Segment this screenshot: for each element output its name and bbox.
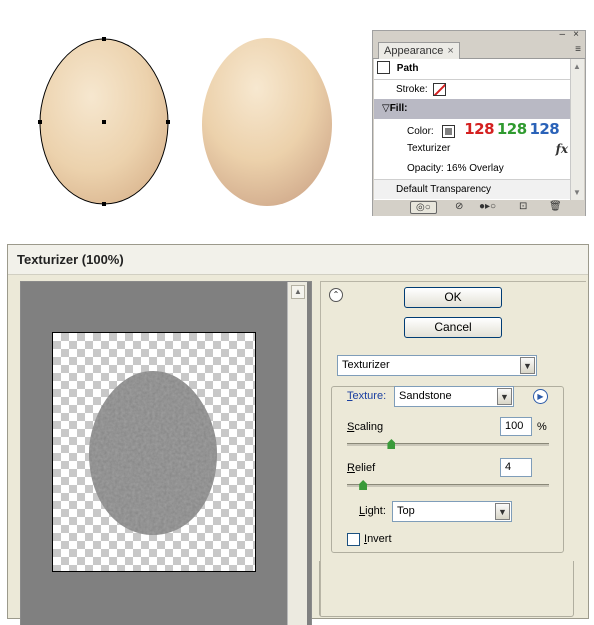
anchor-point-top[interactable] (102, 37, 106, 41)
row-path[interactable]: Path (374, 59, 571, 79)
anchor-point-left[interactable] (38, 120, 42, 124)
scaling-label-rest: caling (354, 421, 384, 433)
row-stroke-label: Stroke: (396, 84, 428, 95)
row-default-transparency-label: Default Transparency (396, 184, 492, 195)
row-texturizer-label: Texturizer (407, 143, 451, 154)
invert-label-rest: nvert (367, 533, 392, 545)
delete-icon[interactable]: 🗑 (549, 201, 562, 212)
fill-expand-triangle-icon[interactable]: ▽ (382, 103, 390, 114)
options-bottom-frame (319, 561, 574, 617)
dialog-title: Texturizer (100%) (8, 245, 588, 275)
texture-label-rest: exture: (352, 390, 387, 402)
filter-select-value: Texturizer (342, 359, 390, 371)
texture-select-value: Sandstone (399, 390, 452, 402)
cancel-button[interactable]: Cancel (404, 317, 502, 338)
new-item-icon[interactable]: ⊡ (519, 201, 527, 212)
preview-egg (89, 371, 217, 535)
row-opacity-label: Opacity: 16% Overlay (407, 163, 504, 174)
preview-scrollbar[interactable]: ▲ (287, 282, 307, 625)
color-r-value: 128 (464, 120, 495, 138)
row-stroke[interactable]: Stroke: (374, 79, 571, 99)
scaling-input[interactable]: 100 (500, 417, 532, 436)
appearance-panel: – × Appearance × ≡ Path Stroke: ▽Fill: Co… (372, 29, 586, 216)
texturizer-dialog: Texturizer (100%) ▲ ⌃ OK Cancel Texturiz… (7, 244, 589, 625)
minimize-button[interactable]: – (559, 29, 565, 40)
color-g-value: 128 (496, 120, 527, 138)
new-art-icon[interactable]: ◎○ (410, 201, 437, 214)
texture-select[interactable]: Sandstone ▼ (394, 386, 514, 407)
scaling-label: Scaling (347, 421, 383, 433)
preview-area[interactable]: ▲ (20, 281, 312, 625)
scaling-slider-track[interactable] (347, 443, 549, 446)
light-label: Light: (359, 505, 386, 517)
tab-appearance-label: Appearance (384, 45, 444, 57)
relief-slider-track[interactable] (347, 484, 549, 487)
filter-select[interactable]: Texturizer ▼ (337, 355, 537, 376)
panel-topbar: – × (373, 29, 585, 41)
close-button[interactable]: × (573, 29, 579, 40)
row-color[interactable]: Color: 128 128 128 (374, 119, 571, 139)
panel-tab-row: Appearance × ≡ (373, 41, 585, 59)
preview-scroll-up-icon[interactable]: ▲ (291, 285, 305, 299)
ok-button[interactable]: OK (404, 287, 502, 308)
collapse-preview-icon[interactable]: ⌃ (329, 288, 343, 302)
light-label-rest: ight: (365, 505, 386, 517)
invert-label[interactable]: Invert (364, 533, 392, 545)
tab-close-icon[interactable]: × (447, 45, 453, 57)
chevron-down-icon[interactable]: ▼ (495, 503, 510, 520)
scaling-unit: % (537, 421, 547, 433)
appearance-scrollbar[interactable]: ▲ ▼ (570, 59, 584, 200)
light-select-value: Top (397, 505, 415, 517)
egg-path-outline[interactable] (36, 36, 172, 210)
clear-appearance-icon[interactable]: ⊘ (455, 201, 463, 212)
texture-label: Texture: (347, 390, 386, 402)
relief-input[interactable]: 4 (500, 458, 532, 477)
appearance-footer: ◎○ ⊘ ●▸○ ⊡ 🗑 (373, 200, 585, 216)
scroll-up-icon[interactable]: ▲ (573, 62, 581, 71)
settings-pane: ⌃ OK Cancel Texturizer ▼ Texture: Sandst… (319, 281, 586, 617)
light-select[interactable]: Top ▼ (392, 501, 512, 522)
chevron-down-icon[interactable]: ▼ (520, 357, 535, 374)
anchor-point-bottom[interactable] (102, 202, 106, 206)
row-path-label: Path (396, 63, 419, 74)
chevron-down-icon[interactable]: ▼ (497, 388, 512, 405)
fill-color-swatch[interactable] (442, 124, 456, 138)
relief-label-rest: elief (354, 462, 376, 474)
row-default-transparency[interactable]: Default Transparency (374, 179, 571, 199)
row-color-label: Color: (407, 126, 434, 137)
preview-canvas (52, 332, 256, 572)
anchor-point-right[interactable] (166, 120, 170, 124)
fx-icon[interactable]: fx (556, 139, 568, 159)
tab-appearance[interactable]: Appearance × (378, 42, 460, 59)
stroke-none-swatch[interactable] (433, 82, 447, 96)
invert-checkbox[interactable] (347, 533, 360, 546)
row-opacity[interactable]: Opacity: 16% Overlay (374, 159, 571, 179)
appearance-list: Path Stroke: ▽Fill: Color: 128 128 128 T… (374, 59, 571, 200)
row-fill-label: Fill: (389, 103, 408, 114)
relief-label-accel: R (347, 462, 355, 474)
center-point[interactable] (102, 120, 106, 124)
duplicate-item-icon[interactable]: ●▸○ (479, 201, 496, 212)
panel-menu-icon[interactable]: ≡ (575, 44, 581, 55)
scroll-down-icon[interactable]: ▼ (573, 188, 581, 197)
path-thumbnail (377, 60, 390, 74)
row-texturizer[interactable]: Texturizer fx (374, 139, 571, 159)
relief-label: Relief (347, 462, 375, 474)
color-b-value: 128 (529, 120, 560, 138)
egg-textured-result (202, 38, 332, 206)
texture-menu-arrow-icon[interactable]: ▶ (533, 389, 548, 404)
row-fill[interactable]: ▽Fill: (374, 99, 571, 119)
